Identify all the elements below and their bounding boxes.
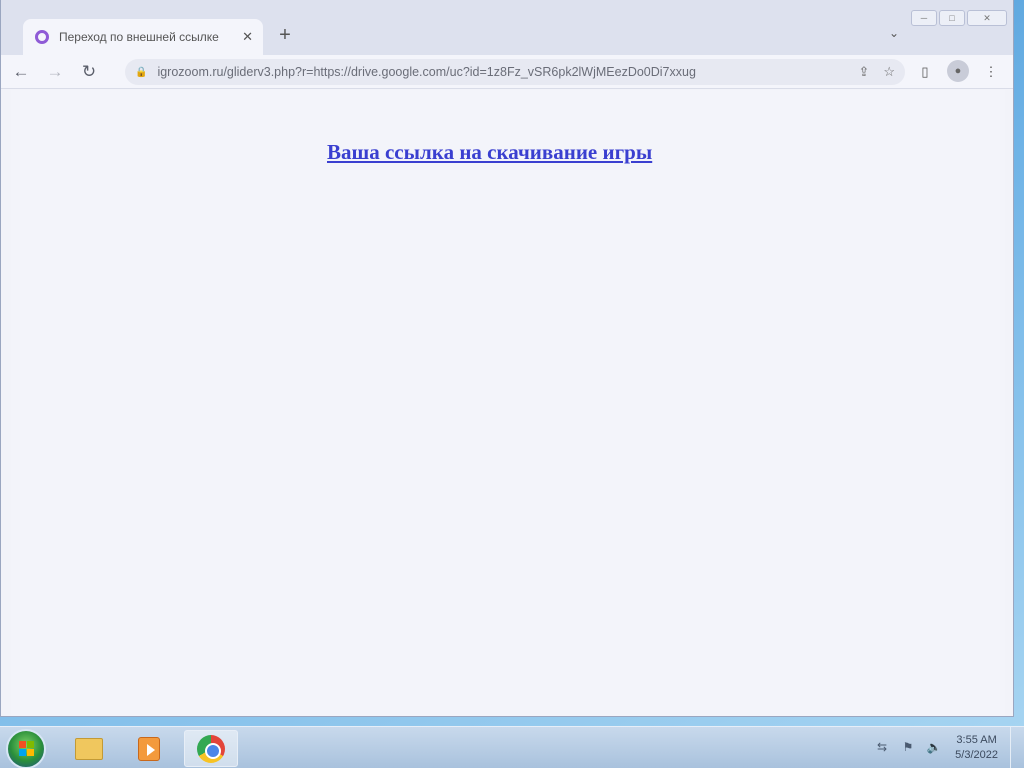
clock-date: 5/3/2022: [955, 749, 998, 761]
browser-window: Переход по внешней ссылке ✕ + ⌄ ─ □ ✕ ← …: [0, 0, 1014, 717]
windows-logo-icon: [19, 741, 35, 757]
close-window-button[interactable]: ✕: [967, 10, 1007, 26]
chrome-icon: [197, 734, 225, 763]
forward-button[interactable]: →: [41, 58, 69, 86]
profile-avatar[interactable]: ●: [947, 60, 969, 82]
taskbar-chrome[interactable]: [184, 730, 238, 767]
folder-icon: [75, 737, 103, 760]
address-bar[interactable]: 🔒 igrozoom.ru/gliderv3.php?r=https://dri…: [125, 59, 905, 85]
clock[interactable]: 3:55 AM 5/3/2022: [955, 733, 998, 763]
taskbar: ⇆ ⚑ 🔈 3:55 AM 5/3/2022: [0, 726, 1024, 768]
show-desktop-button[interactable]: [1010, 727, 1024, 768]
clock-time: 3:55 AM: [956, 734, 997, 746]
start-button[interactable]: [6, 729, 46, 768]
browser-toolbar: ← → ↻ 🔒 igrozoom.ru/gliderv3.php?r=https…: [1, 55, 1013, 89]
side-panel-icon[interactable]: ▯: [913, 60, 937, 84]
close-tab-icon[interactable]: ✕: [242, 29, 253, 45]
tab-strip: Переход по внешней ссылке ✕ + ⌄ ─ □ ✕: [1, 0, 1013, 55]
system-tray: ⇆ ⚑ 🔈: [874, 739, 942, 755]
tab-title: Переход по внешней ссылке: [59, 30, 219, 44]
tab-search-chevron-icon[interactable]: ⌄: [883, 26, 905, 46]
back-button[interactable]: ←: [7, 58, 35, 86]
toolbar-right-actions: ▯ ● ⋮: [913, 60, 1003, 84]
menu-kebab-icon[interactable]: ⋮: [979, 60, 1003, 84]
tab-active[interactable]: Переход по внешней ссылке ✕: [23, 19, 263, 55]
volume-icon[interactable]: 🔈: [926, 739, 942, 755]
taskbar-media-player[interactable]: [122, 730, 176, 767]
opera-gx-icon: [35, 30, 49, 44]
game-download-link[interactable]: Ваша ссылка на скачивание игры: [327, 140, 652, 165]
media-player-icon: [138, 736, 160, 761]
network-icon[interactable]: ⇆: [874, 739, 890, 755]
maximize-button[interactable]: □: [939, 10, 965, 26]
page-content: Ваша ссылка на скачивание игры: [11, 90, 1005, 716]
taskbar-explorer[interactable]: [62, 730, 116, 767]
action-center-icon[interactable]: ⚑: [900, 739, 916, 755]
share-icon[interactable]: ⇪: [858, 64, 869, 80]
lock-icon[interactable]: 🔒: [135, 67, 147, 78]
minimize-button[interactable]: ─: [911, 10, 937, 26]
url-text[interactable]: igrozoom.ru/gliderv3.php?r=https://drive…: [157, 65, 844, 79]
new-tab-button[interactable]: +: [273, 24, 297, 48]
bookmark-star-icon[interactable]: ☆: [883, 64, 895, 80]
window-controls: ─ □ ✕: [911, 10, 1007, 26]
reload-button[interactable]: ↻: [75, 58, 103, 86]
